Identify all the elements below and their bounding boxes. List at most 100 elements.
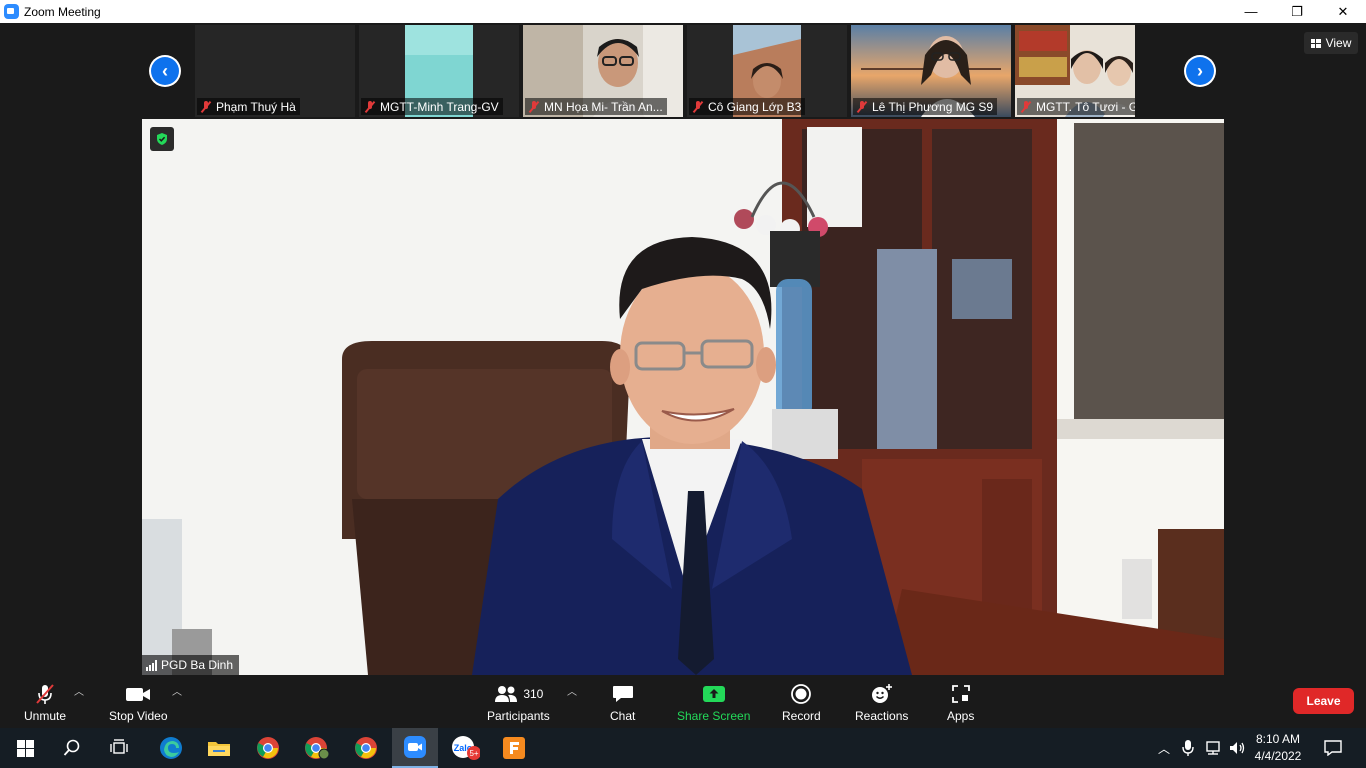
security-shield-button[interactable] <box>150 127 174 151</box>
previous-page-button[interactable]: ‹ <box>149 55 181 87</box>
chrome-window-button[interactable] <box>343 728 389 768</box>
connection-signal-icon <box>146 659 157 671</box>
task-view-button[interactable] <box>96 728 142 768</box>
apps-button[interactable]: Apps <box>947 681 974 723</box>
muted-mic-icon <box>528 100 540 113</box>
reactions-button[interactable]: Reactions <box>855 681 908 723</box>
next-page-button[interactable]: › <box>1184 55 1216 87</box>
participants-button[interactable]: 310 Participants <box>487 681 550 723</box>
participant-name: MGTT-Minh Trang-GV <box>380 99 499 114</box>
participant-label: MGTT-Minh Trang-GV <box>361 98 503 115</box>
muted-microphone-icon <box>33 681 57 707</box>
windows-taskbar: Zalo 5+ ︿ 8:10 AM 4/4/2022 <box>0 728 1366 768</box>
participant-thumbnail[interactable]: Cô Giang Lớp B3 <box>687 25 847 117</box>
reactions-label: Reactions <box>855 709 909 723</box>
window-title: Zoom Meeting <box>24 4 101 19</box>
muted-mic-icon <box>364 100 376 113</box>
participants-icon <box>495 686 518 702</box>
meeting-toolbar: Unmute ︿ Stop Video ︿ 310 Participants ︿ <box>0 677 1366 728</box>
chat-button[interactable]: Chat <box>610 681 635 723</box>
muted-mic-icon <box>1020 100 1032 113</box>
network-icon <box>1206 741 1220 755</box>
notification-icon <box>1324 740 1342 756</box>
share-screen-icon <box>702 681 726 707</box>
participant-label: MN Họa Mi- Trần An... <box>525 98 667 115</box>
main-speaker-video[interactable]: PGD Ba Dinh <box>142 119 1224 675</box>
unmute-button[interactable]: Unmute <box>24 681 66 723</box>
windows-logo-icon <box>16 739 34 757</box>
microphone-tray-button[interactable] <box>1178 728 1198 768</box>
clock-date: 4/4/2022 <box>1254 749 1302 763</box>
minimize-button[interactable]: — <box>1228 0 1274 23</box>
speaker-camera-feed <box>142 119 1224 675</box>
participant-name: MN Họa Mi- Trần An... <box>544 99 663 114</box>
grid-view-icon <box>1310 38 1321 48</box>
chevron-right-icon: › <box>1186 57 1214 85</box>
taskbar-clock[interactable]: 8:10 AM 4/4/2022 <box>1250 731 1306 765</box>
participant-thumbnail[interactable]: MGTT. Tô Tươi - GV <box>1015 25 1135 117</box>
video-camera-icon <box>124 681 152 707</box>
close-button[interactable]: ✕ <box>1320 0 1366 23</box>
zoom-taskbar-button[interactable] <box>392 728 438 768</box>
participant-label: Phạm Thuý Hà <box>197 98 300 115</box>
chrome-icon <box>257 737 279 759</box>
speaker-name-label: PGD Ba Dinh <box>142 655 240 675</box>
participant-thumbnail[interactable]: MGTT-Minh Trang-GV <box>359 25 519 117</box>
participant-thumbnail[interactable]: Phạm Thuý Hà <box>195 25 355 117</box>
muted-mic-icon <box>856 100 868 113</box>
restore-button[interactable]: ❐ <box>1274 0 1320 23</box>
chevron-up-icon: ︿ <box>1157 741 1170 756</box>
chrome-icon <box>355 737 377 759</box>
volume-tray-button[interactable] <box>1226 728 1248 768</box>
meeting-area: ‹ Phạm Thuý Hà MGTT-Minh Trang-GV MN Họa… <box>0 23 1366 677</box>
stop-video-button[interactable]: Stop Video <box>109 681 168 723</box>
chrome-button[interactable] <box>245 728 291 768</box>
file-explorer-button[interactable] <box>196 728 242 768</box>
participants-icon-group: 310 <box>493 681 543 707</box>
window-controls: — ❐ ✕ <box>1228 0 1366 23</box>
participant-label: Lê Thị Phương MG S9 <box>853 98 998 115</box>
zoom-app-icon <box>4 4 19 19</box>
speaker-name: PGD Ba Dinh <box>161 658 234 672</box>
leave-button[interactable]: Leave <box>1293 688 1354 714</box>
smiley-plus-icon <box>870 681 894 707</box>
foxit-pdf-button[interactable] <box>491 728 537 768</box>
apps-icon <box>950 681 972 707</box>
participant-thumbnail-strip: Phạm Thuý Hà MGTT-Minh Trang-GV MN Họa M… <box>195 25 1135 119</box>
start-button[interactable] <box>2 728 48 768</box>
chrome-profile-button[interactable] <box>294 728 340 768</box>
search-icon <box>63 739 80 756</box>
edge-browser-button[interactable] <box>148 728 194 768</box>
notifications-button[interactable] <box>1318 728 1348 768</box>
view-button[interactable]: View <box>1304 32 1358 54</box>
participant-name: MGTT. Tô Tươi - GV <box>1036 99 1135 114</box>
participants-count: 310 <box>523 687 544 701</box>
title-bar: Zoom Meeting — ❐ ✕ <box>0 0 1366 23</box>
shield-check-icon <box>157 133 167 145</box>
participant-name: Phạm Thuý Hà <box>216 99 296 114</box>
zalo-icon: Zalo 5+ <box>452 736 480 760</box>
view-button-label: View <box>1325 36 1352 50</box>
zalo-button[interactable]: Zalo 5+ <box>442 728 488 768</box>
edge-icon <box>160 737 182 759</box>
record-icon <box>790 681 812 707</box>
participant-name: Cô Giang Lớp B3 <box>708 99 802 114</box>
show-hidden-icons-button[interactable]: ︿ <box>1154 728 1174 768</box>
share-screen-button[interactable]: Share Screen <box>677 681 750 723</box>
audio-options-chevron-icon[interactable]: ︿ <box>74 683 84 698</box>
participant-thumbnail[interactable]: MN Họa Mi- Trần An... <box>523 25 683 117</box>
participant-label: MGTT. Tô Tươi - GV <box>1017 98 1135 115</box>
stop-video-label: Stop Video <box>109 709 168 723</box>
video-options-chevron-icon[interactable]: ︿ <box>172 683 182 698</box>
record-button[interactable]: Record <box>782 681 821 723</box>
muted-mic-icon <box>200 100 212 113</box>
network-tray-button[interactable] <box>1202 728 1224 768</box>
participant-thumbnail[interactable]: Lê Thị Phương MG S9 <box>851 25 1011 117</box>
chrome-profile-icon <box>305 737 330 760</box>
speaker-volume-icon <box>1230 742 1245 754</box>
participants-options-chevron-icon[interactable]: ︿ <box>567 683 577 698</box>
search-button[interactable] <box>49 728 95 768</box>
folder-icon <box>208 742 230 756</box>
clock-time: 8:10 AM <box>1255 732 1301 746</box>
zoom-icon <box>404 736 426 758</box>
